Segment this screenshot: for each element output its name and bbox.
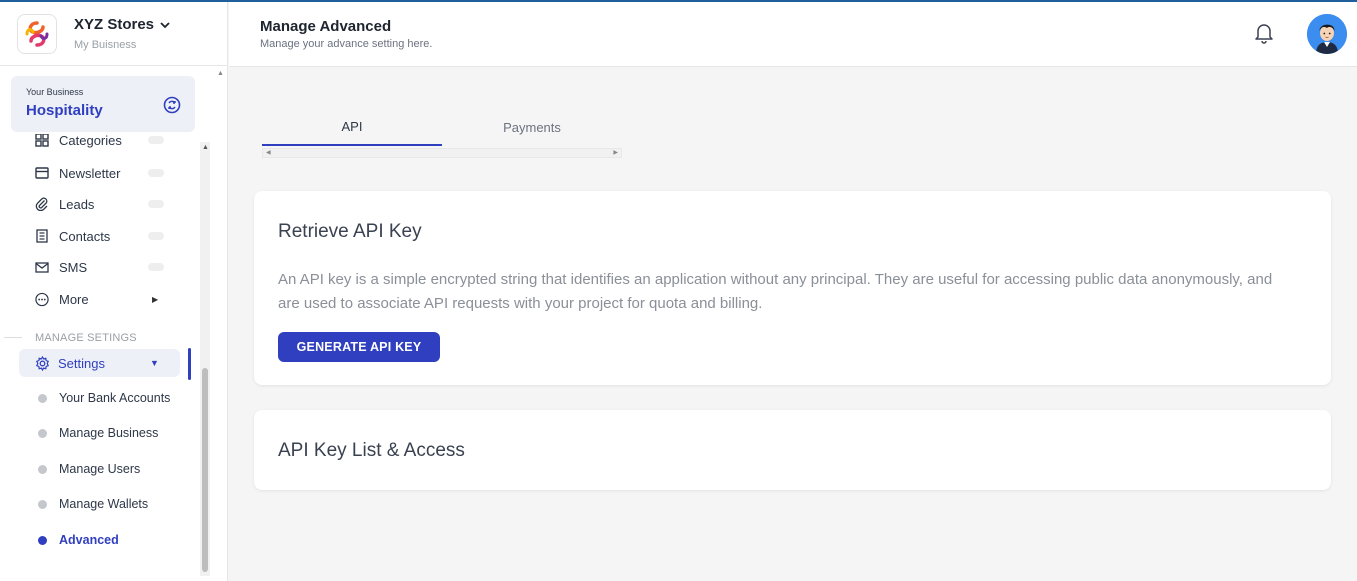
sidebar-subitem-label: Manage Wallets [59,497,149,511]
tab-payments[interactable]: Payments [442,108,622,146]
tab-scrollbar[interactable]: ◀ ▶ [262,148,622,158]
page-subtitle: Manage your advance setting here. [260,38,433,50]
scroll-right-arrow[interactable]: ▶ [613,149,618,158]
count-badge [148,263,164,271]
brand-header[interactable]: XYZ Stores My Buisness [0,2,228,66]
sidebar-item-more[interactable]: More [35,289,89,309]
sidebar-subitem-advanced[interactable]: Advanced [38,530,119,550]
sidebar-subitem-label: Advanced [59,533,119,547]
count-badge [148,136,164,144]
chevron-right-icon: ▶ [152,295,159,304]
sidebar-subitem-label: Manage Business [59,426,159,440]
sidebar-item-newsletter[interactable]: Newsletter [35,163,120,183]
caret-down-icon: ▼ [150,358,159,368]
chevron-down-icon [160,21,170,28]
business-label: Your Business [26,87,84,97]
scroll-left-arrow[interactable]: ◀ [266,149,271,158]
more-icon [35,292,49,306]
sidebar-item-label: More [59,291,89,307]
contacts-icon [35,229,49,243]
top-accent-bar [0,0,1357,2]
sidebar-subitem-manage-business[interactable]: Manage Business [38,423,158,443]
grid-icon [35,134,49,147]
retrieve-api-key-card: Retrieve API Key An API key is a simple … [254,191,1331,385]
sidebar-item-categories[interactable]: Categories [35,134,122,150]
sidebar-subitem-label: Your Bank Accounts [59,391,171,405]
page-title: Manage Advanced [260,18,392,35]
avatar[interactable] [1307,14,1347,54]
bullet-icon [38,535,47,545]
card-title: Retrieve API Key [278,221,422,242]
generate-api-key-button[interactable]: GENERATE API KEY [278,332,440,362]
top-header: Manage Advanced Manage your advance sett… [229,2,1357,67]
sidebar-item-label: Contacts [59,228,111,244]
sidebar-item-sms[interactable]: SMS [35,257,87,277]
sidebar: XYZ Stores My Buisness ▲ Your Business H… [0,0,228,581]
business-switcher[interactable]: Your Business Hospitality [11,76,195,132]
paperclip-icon [35,197,49,211]
count-badge [148,169,164,177]
brand-name[interactable]: XYZ Stores [74,16,170,33]
count-badge [148,232,164,240]
gear-icon [35,355,50,371]
sidebar-subitem-manage-users[interactable]: Manage Users [38,459,140,479]
sidebar-item-label: Categories [59,134,122,148]
sidebar-scroll-up-arrow[interactable]: ▲ [217,70,224,77]
sidebar-item-contacts[interactable]: Contacts [35,226,110,246]
sidebar-item-label: SMS [59,259,88,275]
sidebar-subitem-bank-accounts[interactable]: Your Bank Accounts [38,388,170,408]
bullet-icon [38,499,47,509]
sidebar-subitem-manage-wallets[interactable]: Manage Wallets [38,494,148,514]
tab-bar: API Payments [262,108,622,148]
brand-subtitle: My Buisness [74,39,137,51]
count-badge [148,200,164,208]
card-description: An API key is a simple encrypted string … [278,271,1273,312]
card-title: API Key List & Access [278,440,465,461]
brand-name-text: XYZ Stores [74,16,155,33]
section-divider [4,337,22,338]
sidebar-item-settings[interactable]: Settings ▼ [19,349,180,377]
section-label-manage-settings: MANAGE SETINGS [35,332,137,344]
switch-icon[interactable] [163,96,181,119]
bullet-icon [38,464,47,474]
bullet-icon [38,393,47,403]
mail-icon [35,260,49,274]
active-indicator [188,348,191,380]
sidebar-scrollbar-thumb[interactable] [202,368,208,572]
brand-logo [17,14,57,54]
card-icon [35,166,49,180]
bullet-icon [38,428,47,438]
sidebar-item-label: Newsletter [59,165,121,181]
sidebar-item-leads[interactable]: Leads [35,194,94,214]
sidebar-item-label: Settings [58,355,105,371]
sidebar-item-label: Leads [59,196,95,212]
business-name: Hospitality [26,102,103,119]
sidebar-nav: Categories Newsletter Leads Contacts SMS… [0,134,200,581]
api-key-list-card: API Key List & Access [254,410,1331,490]
tab-api[interactable]: API [262,108,442,146]
sidebar-scrollbar-up-arrow[interactable]: ▲ [202,144,209,151]
bell-icon[interactable] [1254,22,1274,49]
sidebar-subitem-label: Manage Users [59,462,141,476]
